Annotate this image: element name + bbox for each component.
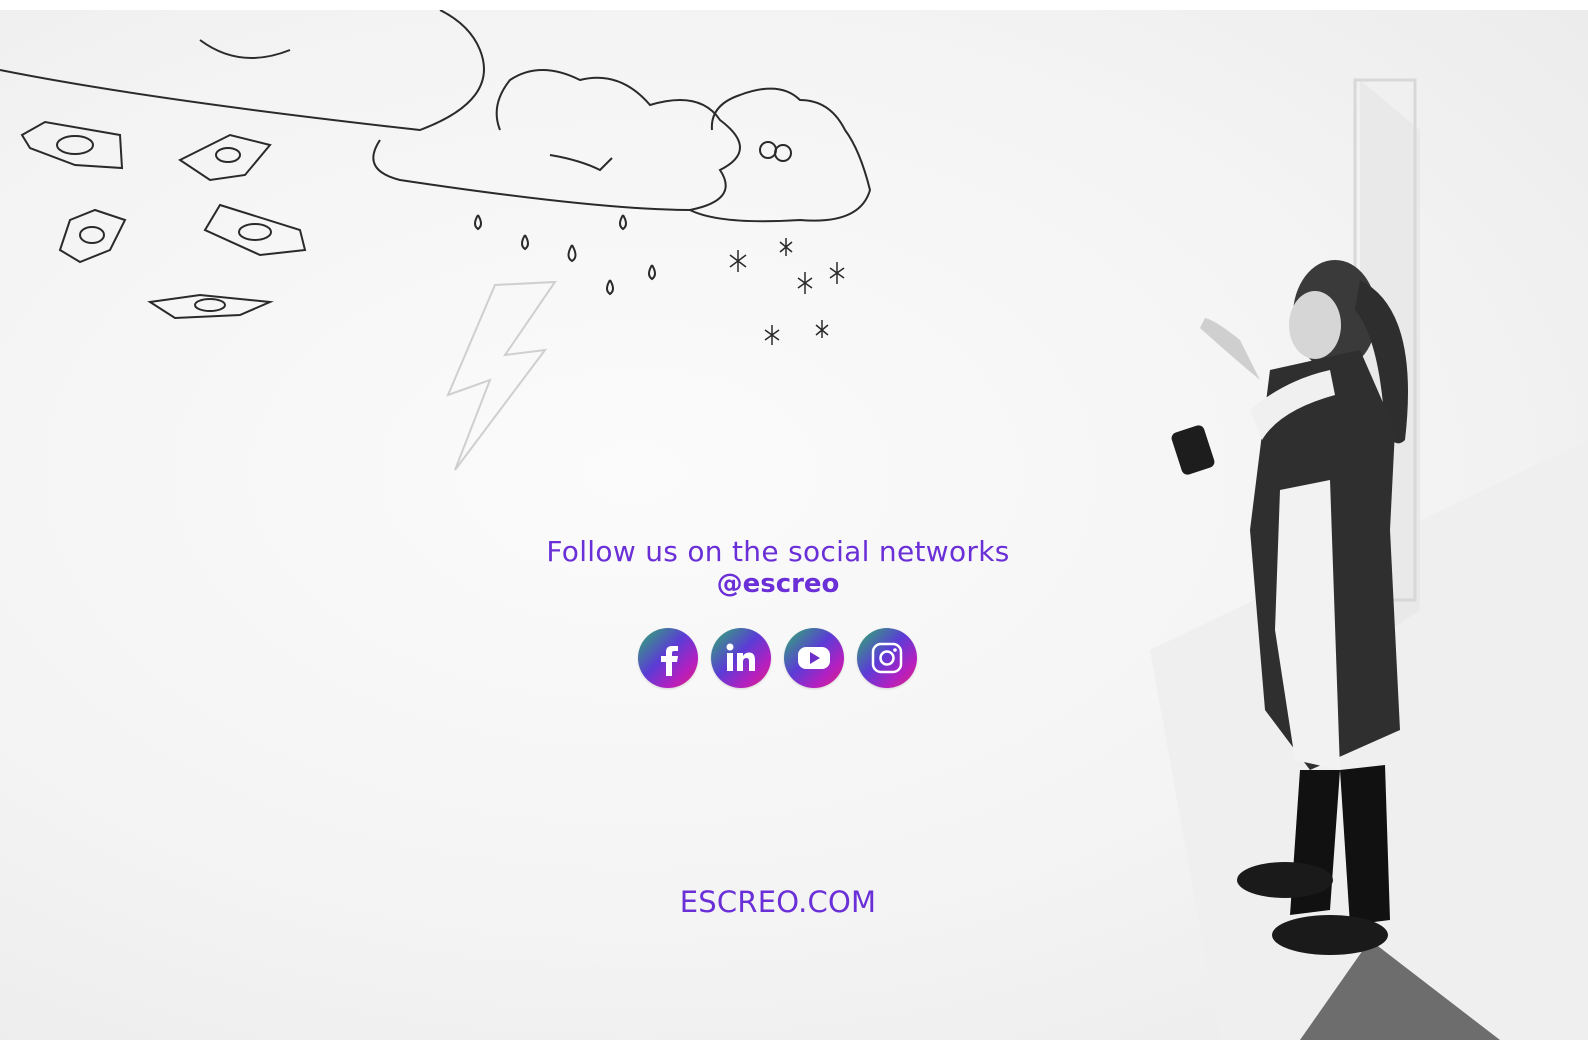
handle-at: @ bbox=[716, 569, 743, 599]
website-link[interactable]: ESCREO.COM bbox=[0, 885, 1556, 919]
facebook-icon bbox=[661, 646, 678, 676]
follow-heading: Follow us on the social networks bbox=[546, 535, 1010, 568]
linkedin-icon bbox=[726, 643, 755, 671]
social-icons bbox=[638, 628, 917, 688]
instagram-icon bbox=[871, 642, 903, 674]
youtube-icon bbox=[798, 647, 830, 669]
page: Follow us on the social networks @escreo bbox=[0, 0, 1588, 1054]
social-handle[interactable]: @escreo bbox=[0, 569, 1556, 599]
follow-block: Follow us on the social networks @escreo bbox=[0, 535, 1556, 599]
linkedin-button[interactable] bbox=[711, 628, 771, 688]
facebook-button[interactable] bbox=[638, 628, 698, 688]
instagram-button[interactable] bbox=[857, 628, 917, 688]
overlay-content: Follow us on the social networks @escreo bbox=[0, 0, 1588, 1054]
handle-name: escreo bbox=[742, 569, 840, 599]
youtube-button[interactable] bbox=[784, 628, 844, 688]
